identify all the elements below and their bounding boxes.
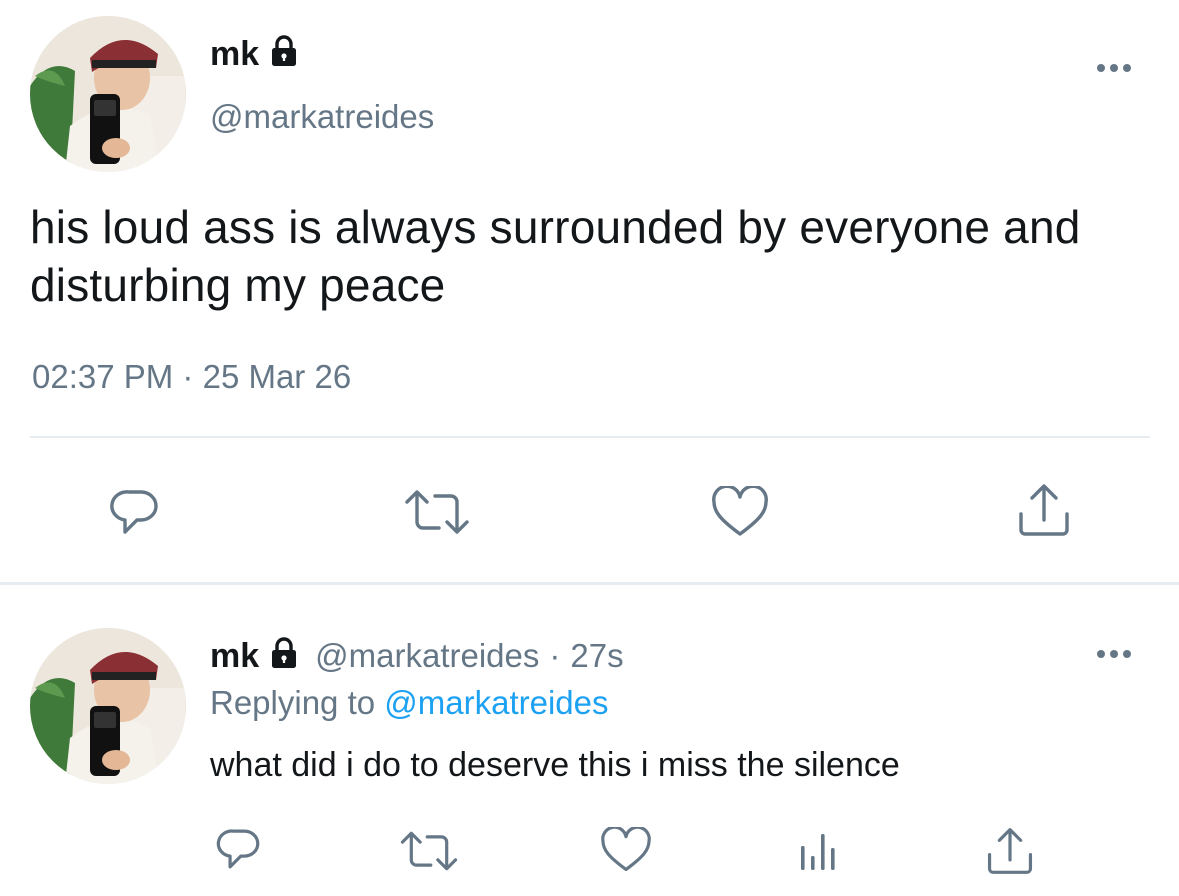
lock-icon	[267, 34, 301, 73]
avatar-photo	[30, 628, 186, 784]
tweet-text: what did i do to deserve this i miss the…	[210, 746, 900, 784]
analytics-icon[interactable]	[798, 830, 840, 872]
reply-icon[interactable]	[214, 824, 264, 874]
divider	[30, 436, 1150, 438]
author-handle[interactable]: @markatreides	[210, 100, 434, 133]
tweet-age[interactable]: 27s	[570, 639, 623, 672]
avatar-photo	[30, 16, 186, 172]
replying-to-link[interactable]: @markatreides	[384, 684, 608, 721]
lock-icon	[267, 636, 301, 675]
author-handle[interactable]: @markatreides	[315, 639, 539, 672]
share-icon[interactable]	[1017, 482, 1071, 538]
tweet-text: his loud ass is always surrounded by eve…	[30, 201, 1081, 311]
replying-to: Replying to @markatreides	[210, 686, 609, 719]
replying-to-label: Replying to	[210, 684, 376, 721]
author-name-row: mk	[210, 34, 301, 73]
reply-header: mk @markatreides · 27s	[210, 636, 624, 675]
retweet-icon[interactable]	[400, 828, 458, 874]
share-icon[interactable]	[986, 826, 1034, 876]
meta-separator: ·	[549, 637, 561, 674]
display-name[interactable]: mk	[210, 639, 259, 673]
like-icon[interactable]	[711, 486, 769, 538]
more-options-icon[interactable]	[1097, 650, 1131, 658]
avatar[interactable]	[30, 16, 186, 172]
like-icon[interactable]	[600, 827, 652, 873]
display-name[interactable]: mk	[210, 37, 259, 71]
tweet-date: 25 Mar 26	[202, 358, 352, 395]
tweet-thread: mk @markatreides his loud ass is always …	[0, 0, 1179, 896]
retweet-icon[interactable]	[405, 486, 469, 538]
avatar[interactable]	[30, 628, 186, 784]
tweet-time: 02:37 PM	[32, 358, 174, 395]
tweet-timestamp[interactable]: 02:37 PM · 25 Mar 26	[32, 360, 351, 393]
reply-icon[interactable]	[107, 484, 163, 540]
divider	[0, 582, 1179, 585]
meta-separator: ·	[182, 358, 194, 395]
more-options-icon[interactable]	[1097, 64, 1131, 72]
